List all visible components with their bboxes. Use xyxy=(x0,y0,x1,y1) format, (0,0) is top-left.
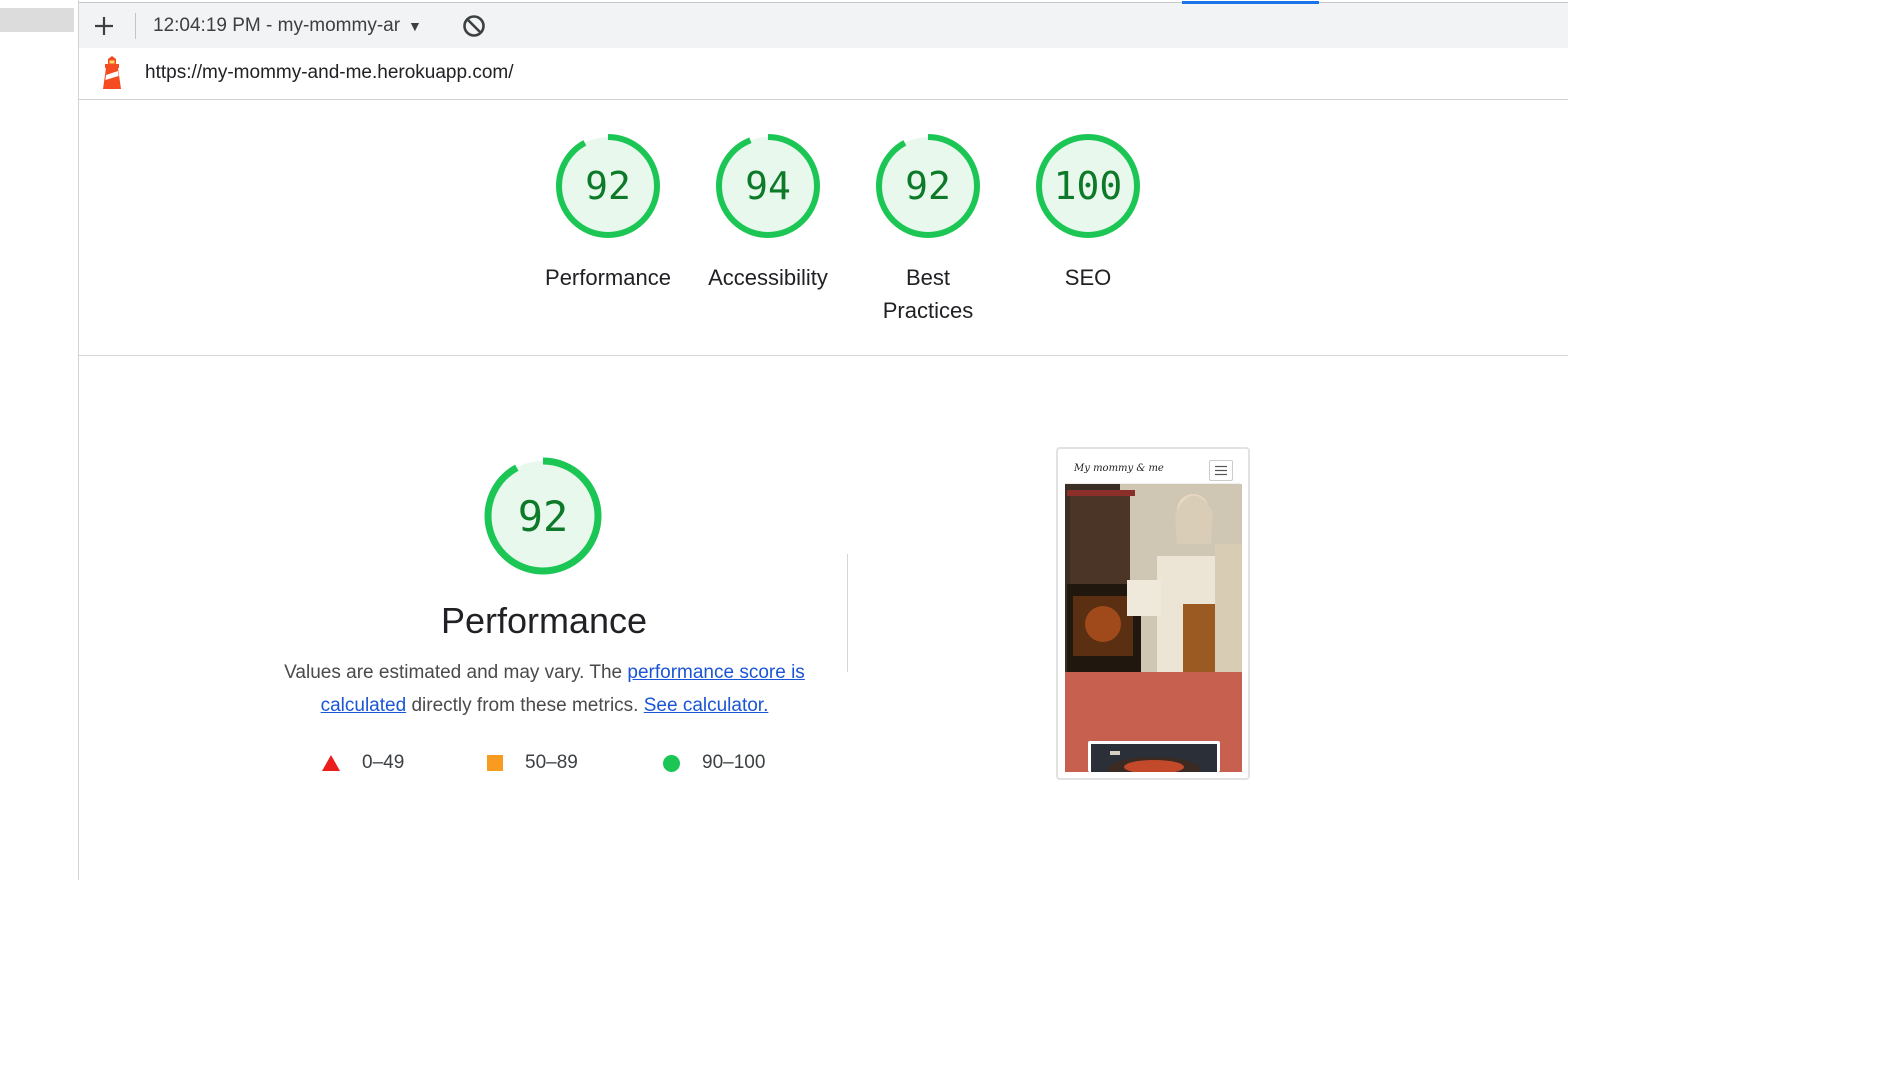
gauge-label: Accessibility xyxy=(708,265,828,290)
gauge-seo[interactable]: 100 SEO xyxy=(1008,130,1168,294)
legend-average: 50–89 xyxy=(487,752,578,774)
performance-title: Performance xyxy=(440,600,648,641)
screenshot-brand: My mommy & me xyxy=(1074,463,1164,474)
clear-reports-button[interactable] xyxy=(461,13,487,39)
screenshot-header: My mommy & me xyxy=(1065,457,1240,484)
gauge-performance[interactable]: 92 Performance xyxy=(528,130,688,294)
see-calculator-link[interactable]: See calculator. xyxy=(644,695,769,716)
gauge-best-practices[interactable]: 92 Best Practices xyxy=(848,130,1008,327)
square-icon xyxy=(487,755,503,771)
triangle-icon xyxy=(322,755,340,771)
performance-score: 92 xyxy=(517,491,569,541)
left-pane-tab[interactable] xyxy=(0,8,74,32)
report-select-label: 12:04:19 PM - my-mommy-ar xyxy=(153,15,401,36)
active-tab-indicator xyxy=(1182,1,1319,4)
category-gauges: 92 Performance 94 Accessibility 92 Best … xyxy=(79,100,1568,356)
toolbar-separator xyxy=(135,13,136,39)
hamburger-icon xyxy=(1209,460,1233,481)
screenshot-card xyxy=(1088,741,1220,772)
lighthouse-toolbar: 12:04:19 PM - my-mommy-ar ▼ xyxy=(79,1,1568,49)
legend-label: 50–89 xyxy=(525,752,578,773)
performance-description: Values are estimated and may vary. The p… xyxy=(272,656,817,722)
legend-label: 90–100 xyxy=(702,752,766,773)
gauge-label: SEO xyxy=(1064,265,1112,290)
dropdown-triangle-icon: ▼ xyxy=(408,18,422,34)
left-pane xyxy=(0,0,79,880)
section-divider xyxy=(847,554,848,672)
gauge-score: 92 xyxy=(585,164,631,208)
legend-label: 0–49 xyxy=(362,752,405,773)
performance-gauge: 92 xyxy=(481,454,605,578)
gauge-score: 100 xyxy=(1053,164,1123,208)
desc-middle: directly from these metrics. xyxy=(406,695,644,716)
url-bar: https://my-mommy-and-me.herokuapp.com/ xyxy=(79,48,1568,100)
report-select[interactable]: 12:04:19 PM - my-mommy-ar ▼ xyxy=(153,13,422,39)
page-screenshot[interactable]: My mommy & me xyxy=(1056,447,1250,780)
screenshot-hero-image xyxy=(1065,484,1242,672)
page-url: https://my-mommy-and-me.herokuapp.com/ xyxy=(145,62,514,83)
block-icon xyxy=(463,15,485,37)
legend-fail: 0–49 xyxy=(322,752,404,774)
legend-pass: 90–100 xyxy=(663,752,765,774)
gauge-score: 94 xyxy=(745,164,791,208)
lighthouse-icon xyxy=(103,56,121,89)
performance-section: 92 Performance Values are estimated and … xyxy=(79,356,1568,880)
desc-prefix: Values are estimated and may vary. The xyxy=(284,662,628,683)
gauge-accessibility[interactable]: 94 Accessibility xyxy=(688,130,848,294)
gauge-score: 92 xyxy=(905,164,951,208)
circle-icon xyxy=(663,754,680,772)
new-report-button[interactable] xyxy=(91,13,117,39)
gauge-label: Best Practices xyxy=(882,265,974,323)
gauge-label: Performance xyxy=(545,265,671,290)
plus-icon xyxy=(95,17,113,35)
score-scale-legend: 0–49 50–89 90–100 xyxy=(319,752,839,782)
